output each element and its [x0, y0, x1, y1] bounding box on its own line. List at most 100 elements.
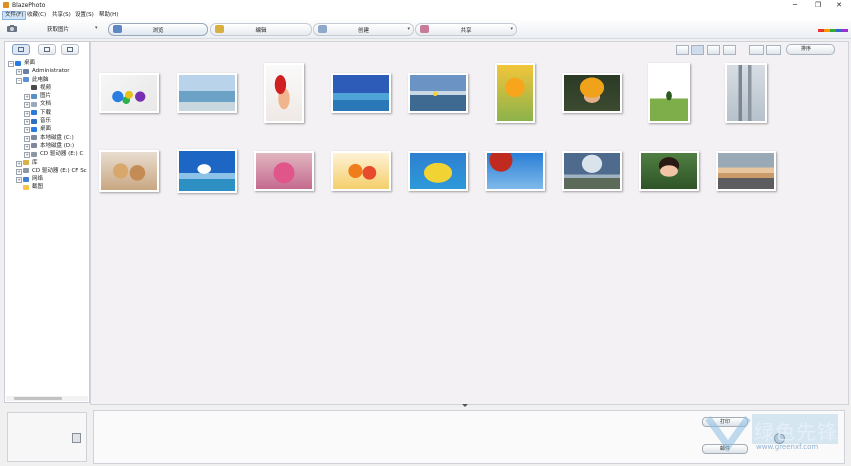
expand-icon[interactable]: +	[24, 110, 30, 117]
photo-thumbnail-island[interactable]	[331, 73, 391, 113]
photo-thumbnail-pier[interactable]	[177, 73, 237, 113]
expand-icon[interactable]: +	[24, 135, 30, 142]
minimize-button[interactable]: ─	[784, 0, 806, 11]
tree-item-label: 桌面	[40, 126, 52, 133]
photo-thumbnail-pink-flowers[interactable]	[254, 151, 314, 191]
tree-item[interactable]: + 本地磁盘 (C:)	[7, 134, 87, 142]
tab-share[interactable]: 共享 ▾	[415, 23, 517, 36]
camera-icon[interactable]	[6, 24, 18, 33]
tree-item[interactable]: + 库	[7, 159, 87, 167]
expand-icon[interactable]: +	[24, 119, 30, 126]
view-filmstrip-button[interactable]	[723, 45, 736, 55]
tree-item[interactable]: 视频	[7, 84, 87, 92]
library-icon	[23, 160, 29, 166]
tree-item[interactable]: + 网络	[7, 175, 87, 184]
tree-item-label: 视频	[40, 84, 52, 91]
tab-browse[interactable]: 浏览	[108, 23, 208, 36]
view-thumbnails-button[interactable]	[691, 45, 704, 55]
photo-thumbnail-sunset[interactable]	[716, 151, 776, 191]
tree-item[interactable]: + 下载	[7, 109, 87, 117]
expand-icon[interactable]: +	[24, 152, 30, 159]
tree-item-label: 截图	[32, 184, 44, 191]
tree-item[interactable]: + 音乐	[7, 117, 87, 126]
watermark: 绿色先锋 www.greenxf.com	[694, 386, 842, 460]
expand-icon[interactable]: +	[16, 160, 22, 167]
watermark-text: 绿色先锋	[754, 420, 838, 444]
tree-item[interactable]: + 本地磁盘 (D:)	[7, 142, 87, 150]
photo-thumbnail-girl[interactable]	[639, 151, 699, 191]
photo-thumbnail-yellow-flower[interactable]	[495, 63, 535, 123]
tree-item-label: 此电脑	[32, 76, 49, 83]
photo-thumbnail-tree[interactable]	[648, 63, 690, 123]
photo-thumbnail-sky[interactable]	[177, 149, 237, 193]
view-bar: 排序	[91, 42, 848, 56]
maximize-button[interactable]: ❐	[807, 0, 829, 11]
expand-icon[interactable]: +	[16, 177, 22, 184]
tab-create[interactable]: 创建 ▾	[313, 23, 414, 36]
tree-item[interactable]: + Administrator	[7, 67, 87, 76]
collapse-icon[interactable]: −	[8, 61, 14, 67]
expand-icon[interactable]: +	[24, 143, 30, 150]
photo-thumbnail-bears[interactable]	[99, 150, 159, 192]
tree-item-label: 桌面	[24, 60, 36, 66]
drive-icon	[31, 135, 37, 141]
sort-button[interactable]: 排序	[786, 44, 835, 55]
scrollbar-thumb[interactable]	[14, 397, 62, 400]
photo-thumbnail-city[interactable]	[725, 63, 767, 123]
music-icon	[31, 118, 37, 124]
desktop-icon	[31, 126, 37, 132]
menu-help[interactable]: 帮助(H)	[97, 12, 120, 19]
tree-item-label: CD 驱动器 (E:) C	[40, 151, 84, 158]
photo-thumbnail-fruit[interactable]	[331, 151, 391, 191]
expand-icon[interactable]: +	[24, 127, 30, 134]
import-dropdown-icon[interactable]: ▾	[95, 25, 98, 31]
tree-item[interactable]: + CD 驱动器 (E:) C	[7, 150, 87, 159]
tree-item-label: 本地磁盘 (C:)	[40, 134, 74, 141]
desktop-icon	[15, 60, 21, 66]
photo-thumbnail-santa[interactable]	[264, 63, 304, 123]
panel-tab-albums[interactable]	[38, 44, 56, 55]
photo-thumbnail-eggs[interactable]	[99, 73, 159, 113]
tree-item[interactable]: 截图	[7, 183, 87, 191]
tab-edit[interactable]: 编辑	[210, 23, 312, 36]
photo-thumbnail-clouds[interactable]	[562, 151, 622, 191]
tree-item-label: 库	[32, 159, 38, 166]
import-label[interactable]: 获取图片	[47, 25, 69, 33]
toolbar: 获取图片 ▾ 浏览 编辑 创建 ▾ 共享 ▾	[0, 20, 851, 39]
folder-tree: − 桌面 + Administrator − 此电脑 视频 + 图片 + 文档 + 下载 + 音乐 + 桌面 + 本…	[7, 59, 87, 192]
photo-thumbnail-red-leaves[interactable]	[485, 151, 545, 191]
window-title: BlazePhoto	[12, 2, 46, 9]
network-icon	[23, 176, 29, 182]
watermark-url: www.greenxf.com	[756, 443, 819, 451]
tree-item[interactable]: + 文档	[7, 100, 87, 109]
panel-tab-search[interactable]	[61, 44, 79, 55]
horizontal-scrollbar[interactable]	[6, 396, 88, 401]
tree-item-label: 图片	[40, 93, 52, 100]
view-list-button[interactable]	[707, 45, 720, 55]
tree-item[interactable]: + 图片	[7, 92, 87, 101]
computer-icon	[23, 77, 29, 83]
menu-share[interactable]: 共享(S)	[50, 12, 73, 19]
slideshow-button[interactable]	[749, 45, 764, 55]
photo-thumbnail-lake[interactable]	[408, 73, 468, 113]
menu-favorites[interactable]: 收藏(C)	[25, 12, 48, 19]
panel-tab-folders[interactable]	[12, 44, 30, 55]
expand-icon[interactable]: +	[16, 69, 22, 76]
expand-icon[interactable]: +	[24, 102, 30, 109]
tree-item[interactable]: − 桌面	[7, 59, 87, 67]
tree-item[interactable]: + 桌面	[7, 125, 87, 134]
tree-item[interactable]: − 此电脑	[7, 76, 87, 84]
tree-item[interactable]: + CD 驱动器 (E:) CF Sc	[7, 167, 87, 175]
view-details-button[interactable]	[676, 45, 689, 55]
expand-icon[interactable]: +	[24, 94, 30, 101]
photo-thumbnail-pool[interactable]	[408, 151, 468, 191]
collapse-icon[interactable]: −	[16, 77, 22, 84]
menu-settings[interactable]: 设置(S)	[73, 12, 96, 19]
photo-thumbnail-kid-hat[interactable]	[562, 73, 622, 113]
menu-file[interactable]: 文件(F)	[2, 11, 27, 20]
close-button[interactable]: ✕	[828, 0, 850, 11]
collapse-arrow-icon[interactable]	[462, 404, 468, 407]
fullscreen-button[interactable]	[766, 45, 781, 55]
expand-icon[interactable]: +	[16, 168, 22, 175]
preview-settings-icon[interactable]	[72, 433, 81, 443]
